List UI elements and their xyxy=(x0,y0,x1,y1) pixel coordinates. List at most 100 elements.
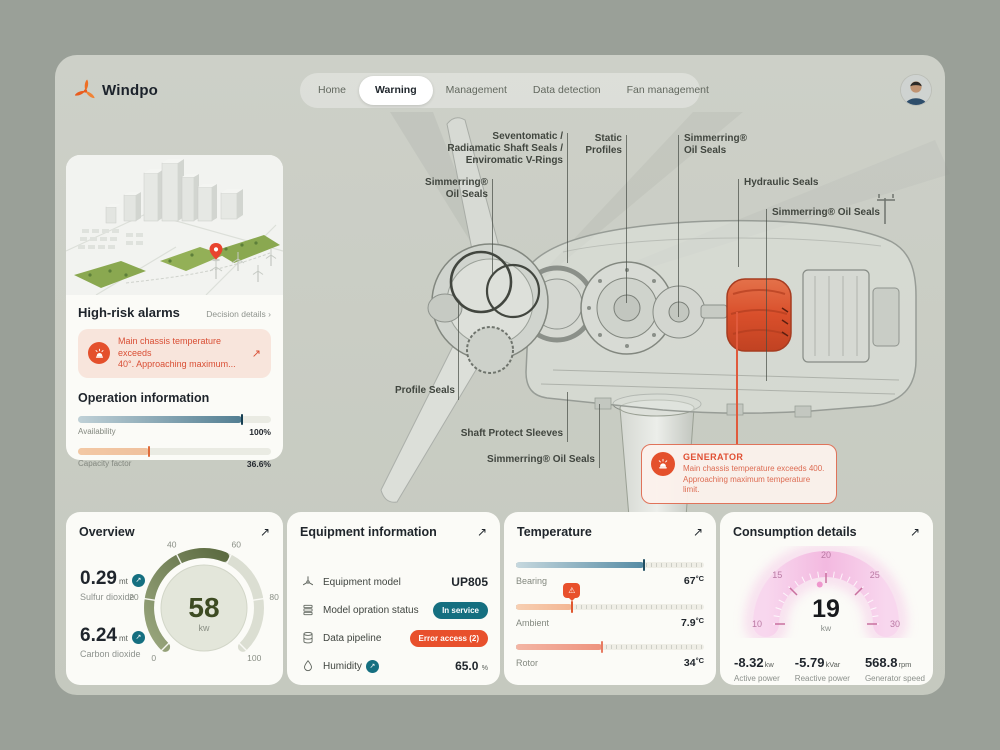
diagram-label-simmerring-left: Simmerring® Oil Seals xyxy=(425,177,488,201)
reactive-power-label: Reactive power xyxy=(795,674,850,683)
leader-line xyxy=(599,404,600,468)
consumption-gauge: 101520253019kw xyxy=(723,520,929,638)
diagram-label-shaft-protect: Shaft Protect Sleeves xyxy=(461,428,563,440)
active-power-stat: -8.32kw Active power xyxy=(734,654,780,683)
decision-details-link[interactable]: Decision details xyxy=(206,309,271,319)
svg-text:60: 60 xyxy=(231,540,241,550)
diagram-label-static-profiles: Static Profiles xyxy=(585,133,622,157)
capacity-meter xyxy=(78,448,271,455)
tab-data-detection[interactable]: Data detection xyxy=(520,76,614,105)
svg-text:80: 80 xyxy=(269,592,279,602)
sidebar-card: High-risk alarms Decision details Main c… xyxy=(66,155,283,460)
diagram-label-simmerring-bottom: Simmerring® Oil Seals xyxy=(487,454,595,466)
temperature-card: Temperature Bearing67°C ⚠ Ambient 7.9 °C R… xyxy=(504,512,716,685)
leader-line xyxy=(492,179,493,275)
bearing-group: Bearing67°C xyxy=(516,562,704,587)
carbon-value: 6.24 xyxy=(80,625,117,646)
active-power-unit: kw xyxy=(765,660,774,669)
data-pipeline-label: Data pipeline xyxy=(323,633,381,644)
bearing-unit: °C xyxy=(696,574,704,583)
user-avatar[interactable] xyxy=(901,75,931,105)
operation-status-label: Model opration status xyxy=(323,605,419,616)
temperature-title: Temperature xyxy=(517,525,592,539)
reactive-power-unit: kVar xyxy=(825,660,840,669)
generator-alert-line xyxy=(736,312,738,444)
in-service-pill: In service xyxy=(433,602,488,619)
leader-line xyxy=(458,303,459,400)
app-root: Windpo Home Warning Management Data dete… xyxy=(0,0,1000,750)
svg-text:20: 20 xyxy=(821,550,831,560)
rotor-group: Rotor 34°C xyxy=(516,644,704,669)
tab-warning[interactable]: Warning xyxy=(359,76,433,105)
consumption-card: Consumption details 101520253019kw -8.32… xyxy=(720,512,933,685)
chassis-alert[interactable]: Main chassis temperature exceeds 40°. Ap… xyxy=(78,329,271,378)
svg-text:kw: kw xyxy=(821,623,832,633)
generator-alert-title: GENERATOR xyxy=(683,452,827,462)
svg-text:25: 25 xyxy=(870,570,880,580)
ambient-label: Ambient xyxy=(516,618,549,628)
generator-speed-stat: 568.8rpm Generator speed xyxy=(865,654,925,683)
availability-value: 100% xyxy=(249,427,271,437)
generator-alert: GENERATOR Main chassis temperature excee… xyxy=(641,444,837,504)
wind-turbine-logo-icon xyxy=(75,79,96,102)
error-access-pill[interactable]: Error access (2) xyxy=(410,630,488,647)
equipment-card: Equipment information Equipment model UP… xyxy=(287,512,500,685)
tab-fan-management[interactable]: Fan management xyxy=(614,76,722,105)
svg-text:19: 19 xyxy=(812,595,840,623)
leader-line xyxy=(567,133,568,263)
expand-icon[interactable] xyxy=(693,526,703,538)
alert-open-icon[interactable]: ↗ xyxy=(252,347,261,360)
rotor-label: Rotor xyxy=(516,658,538,668)
ambient-value: 7.9 xyxy=(681,617,696,629)
operation-status-row: Model opration status In service xyxy=(301,600,488,620)
generator-speed-label: Generator speed xyxy=(865,674,925,683)
brand-logo: Windpo xyxy=(75,79,158,102)
leader-line xyxy=(738,179,739,267)
siren-alarm-icon xyxy=(88,342,110,364)
city-map-image xyxy=(66,155,283,295)
svg-text:10: 10 xyxy=(752,619,762,629)
humidity-link-icon[interactable] xyxy=(366,660,379,673)
svg-text:0: 0 xyxy=(151,653,156,663)
overview-card: Overview 0.29mt Sulfur dioxide 6.24mt Ca… xyxy=(66,512,283,685)
reactive-power-stat: -5.79kVar Reactive power xyxy=(795,654,850,683)
diagram-label-simmerring-right: Simmerring® Oil Seals xyxy=(772,207,880,219)
diagram-label-profile-seals: Profile Seals xyxy=(395,385,455,397)
warning-icon: ⚠ xyxy=(563,583,580,598)
high-risk-alarms-title: High-risk alarms xyxy=(78,305,180,320)
generator-speed-value: 568.8 xyxy=(865,655,898,670)
diagram-label-hydraulic-seals: Hydraulic Seals xyxy=(744,177,818,189)
active-power-value: -8.32 xyxy=(734,655,764,670)
equipment-model-label: Equipment model xyxy=(323,577,401,588)
leader-line xyxy=(678,135,679,317)
equipment-model-row: Equipment model UP805 xyxy=(301,572,488,592)
tab-management[interactable]: Management xyxy=(433,76,520,105)
availability-label: Availability xyxy=(78,427,116,437)
equipment-model-value: UP805 xyxy=(451,575,488,589)
svg-text:20: 20 xyxy=(129,592,139,602)
svg-text:40: 40 xyxy=(167,540,177,550)
tab-home[interactable]: Home xyxy=(305,76,359,105)
svg-text:100: 100 xyxy=(247,653,261,663)
leader-line xyxy=(567,392,568,442)
svg-text:30: 30 xyxy=(890,619,900,629)
rotor-unit: °C xyxy=(696,656,704,665)
layers-icon xyxy=(301,603,315,617)
droplet-icon xyxy=(301,659,315,673)
sulfur-value: 0.29 xyxy=(80,568,117,589)
leader-line xyxy=(626,135,627,303)
humidity-label: Humidity xyxy=(323,661,362,672)
availability-meter xyxy=(78,416,271,423)
generator-speed-unit: rpm xyxy=(898,660,911,669)
siren-alarm-icon xyxy=(651,452,675,476)
database-icon xyxy=(301,631,315,645)
rotor-value: 34 xyxy=(684,657,696,669)
active-power-label: Active power xyxy=(734,674,780,683)
main-nav: Home Warning Management Data detection F… xyxy=(300,73,700,108)
ambient-group: ⚠ Ambient7.9°C xyxy=(516,604,704,629)
alert-text: Main chassis temperature exceeds 40°. Ap… xyxy=(118,336,244,371)
expand-icon[interactable] xyxy=(477,526,487,538)
svg-text:kw: kw xyxy=(199,623,211,633)
consumption-stats: -8.32kw Active power -5.79kVar Reactive … xyxy=(734,654,925,683)
equipment-title: Equipment information xyxy=(300,525,437,539)
